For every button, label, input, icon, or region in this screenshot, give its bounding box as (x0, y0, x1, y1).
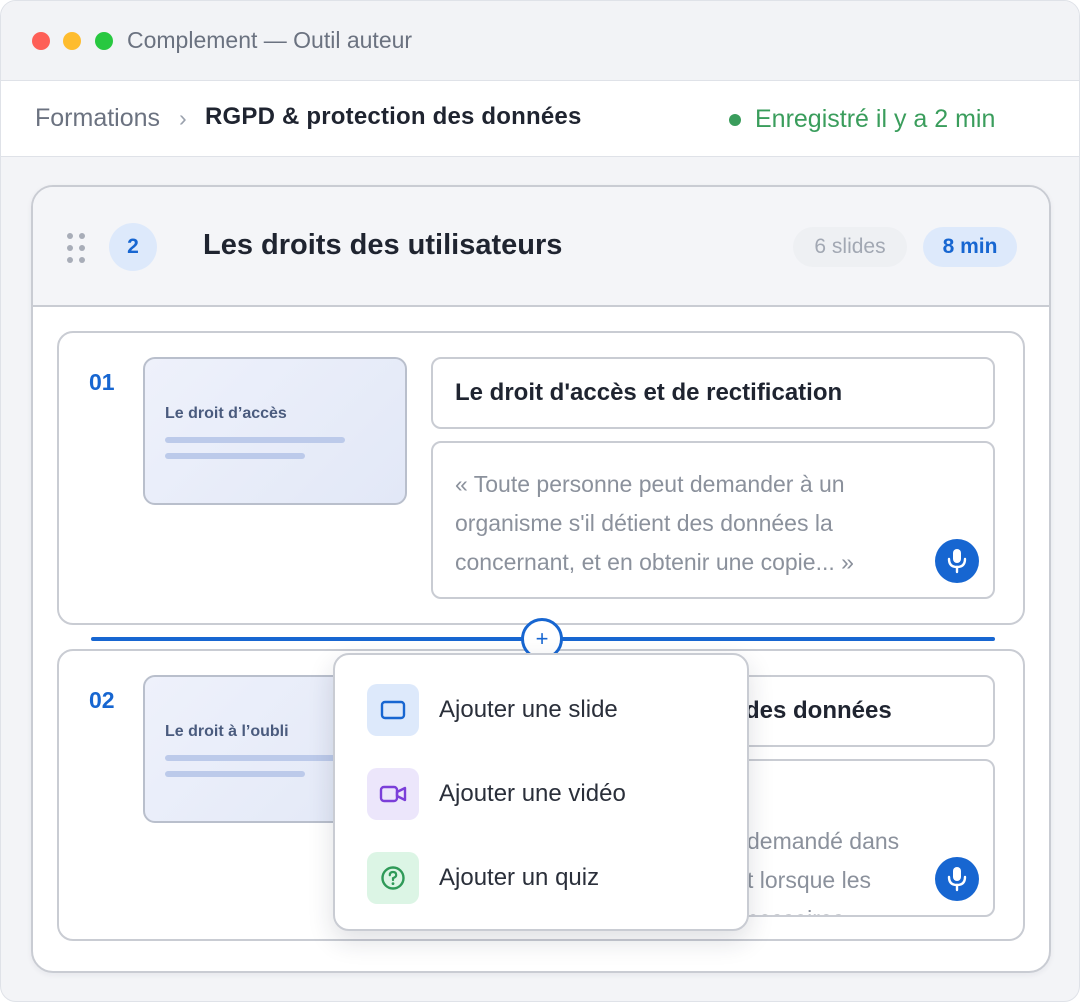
insert-menu: Ajouter une slide Ajouter une vidéo Ajou… (333, 653, 749, 931)
module-number-badge: 2 (109, 223, 157, 271)
thumbnail-title: Le droit d’accès (165, 405, 287, 422)
minimize-window-button[interactable] (63, 32, 81, 50)
duration-badge: 8 min (923, 227, 1017, 267)
slide-title-field[interactable]: Le droit d'accès et de rectification (431, 357, 995, 429)
module-header: 2 Les droits des utilisateurs 6 slides 8… (33, 187, 1049, 307)
save-status: Enregistré il y a 2 min (729, 105, 995, 134)
module-title[interactable]: Les droits des utilisateurs (203, 229, 562, 262)
save-status-dot (729, 113, 741, 126)
save-status-text: Enregistré il y a 2 min (755, 105, 996, 133)
breadcrumb: Formations › RGPD & protection des donné… (1, 81, 1079, 157)
slide-icon (367, 684, 419, 736)
add-video-menu-item[interactable]: Ajouter une vidéo (367, 767, 727, 821)
slide-card: 01 Le droit d’accès Le droit d'accès et … (57, 331, 1025, 625)
thumbnail-line (165, 771, 305, 777)
menu-item-label: Ajouter une vidéo (439, 780, 626, 807)
slide-index: 02 (89, 687, 115, 713)
slide-thumbnail[interactable]: Le droit d’accès (143, 357, 407, 505)
thumbnail-line (165, 755, 345, 761)
narration-text: demandé dans t lorsque les cessaires... … (747, 828, 900, 915)
breadcrumb-separator: › (179, 105, 187, 131)
slides-count-badge: 6 slides (793, 227, 907, 267)
window-title: Complement — Outil auteur (127, 27, 413, 53)
close-window-button[interactable] (32, 32, 50, 50)
add-quiz-menu-item[interactable]: Ajouter un quiz (367, 851, 727, 905)
drag-handle-icon[interactable] (67, 233, 89, 263)
video-icon (367, 768, 419, 820)
app-window: Complement — Outil auteur Formations › R… (0, 0, 1080, 1002)
breadcrumb-root-link[interactable]: Formations (35, 104, 160, 133)
thumbnail-line (165, 437, 345, 443)
menu-item-label: Ajouter une slide (439, 696, 618, 723)
menu-item-label: Ajouter un quiz (439, 864, 600, 891)
title-bar: Complement — Outil auteur (1, 1, 1079, 81)
quiz-icon (367, 852, 419, 904)
maximize-window-button[interactable] (95, 32, 113, 50)
slide-title-text: des données (745, 697, 892, 724)
narration-text: « Toute personne peut demander à un orga… (455, 471, 854, 575)
microphone-icon[interactable] (935, 539, 979, 583)
microphone-icon[interactable] (935, 857, 979, 901)
thumbnail-line (165, 453, 305, 459)
breadcrumb-current: RGPD & protection des données (205, 103, 582, 130)
slide-index: 01 (89, 369, 115, 395)
narration-field[interactable]: « Toute personne peut demander à un orga… (431, 441, 995, 599)
add-slide-menu-item[interactable]: Ajouter une slide (367, 683, 727, 737)
thumbnail-title: Le droit à l’oubli (165, 723, 289, 740)
